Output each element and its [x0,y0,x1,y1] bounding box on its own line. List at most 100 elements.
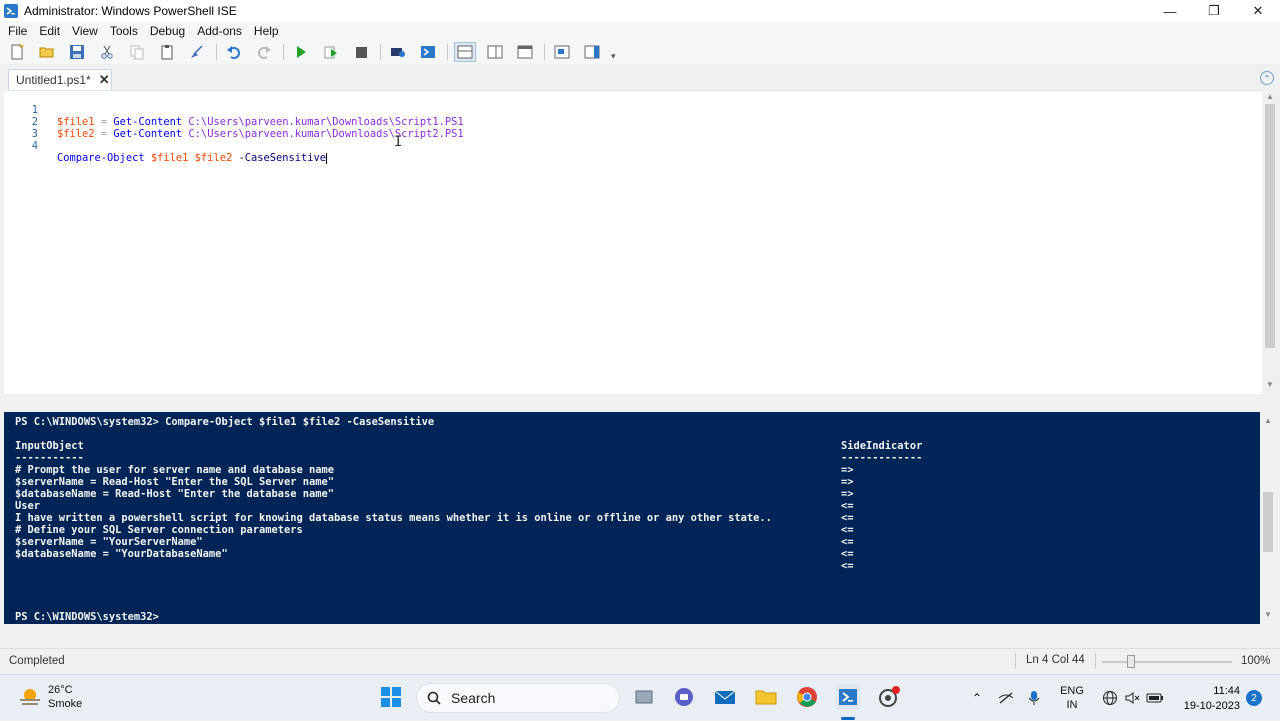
undo-button[interactable] [223,42,245,62]
network-disconnected-icon[interactable] [998,690,1014,706]
title-bar: Administrator: Windows PowerShell ISE — … [0,0,1280,22]
token-variable: $file2 [194,152,233,164]
scroll-down-icon[interactable]: ▼ [1262,380,1278,389]
task-view-button[interactable] [631,684,657,710]
screen-recorder-icon [879,686,900,707]
new-file-button[interactable] [6,42,28,62]
teams-button[interactable] [671,684,697,710]
redo-icon [258,46,271,59]
maximize-button[interactable]: ❐ [1192,0,1236,22]
run-script-button[interactable] [290,42,312,62]
chrome-button[interactable] [794,684,820,710]
console-scrollbar[interactable]: ▲ ▼ [1260,412,1278,624]
scrollbar-thumb[interactable] [1265,104,1275,348]
folder-open-icon [39,47,54,58]
code-line: 4 Compare-Object $file1 $file2 -CaseSens… [4,128,328,164]
clock[interactable]: 11:44 19-10-2023 [1180,684,1240,714]
status-separator [1015,653,1016,669]
scroll-up-icon[interactable]: ▲ [1260,416,1276,425]
save-button[interactable] [66,42,88,62]
cursor-position: Ln 4 Col 44 [1026,654,1085,666]
show-script-pane-top-button[interactable] [454,42,476,62]
weather-widget[interactable]: 26°C Smoke [18,683,82,711]
clock-date: 19-10-2023 [1183,700,1240,712]
clock-time: 11:44 [1213,685,1240,697]
taskbar-search[interactable]: Search [416,683,620,713]
menu-help[interactable]: Help [248,24,285,38]
output-row-input: User [15,500,41,512]
battery-icon[interactable] [1146,690,1164,706]
output-row-side: <= [841,524,854,536]
scroll-up-icon[interactable]: ▲ [1262,92,1278,101]
scroll-down-icon[interactable]: ▼ [1260,610,1276,619]
menu-edit[interactable]: Edit [33,24,66,38]
menu-add-ons[interactable]: Add-ons [191,24,248,38]
language-indicator[interactable]: ENG IN [1060,684,1084,712]
file-explorer-button[interactable] [753,684,779,710]
cut-button[interactable] [96,42,118,62]
clear-console-button[interactable] [186,42,208,62]
start-powershell-button[interactable] [417,42,439,62]
clipboard-icon [161,45,173,60]
remote-powershell-icon [391,48,405,57]
layout-maximized-icon [517,45,533,59]
output-row-side: => [841,464,854,476]
collapse-script-pane-button[interactable]: ⌃ [1260,71,1274,85]
stop-button[interactable] [350,42,372,62]
powershell-icon [421,46,435,58]
column-underline: ----------- [15,452,84,464]
output-row-input: $serverName = Read-Host "Enter the SQL S… [15,476,335,488]
token-variable: $file1 [150,152,189,164]
copy-icon [130,45,144,60]
teams-chat-icon [675,688,693,706]
tab-label: Untitled1.ps1* [16,73,91,87]
menu-bar: File Edit View Tools Debug Add-ons Help [0,22,1280,40]
layout-right-icon [487,45,503,59]
copy-button[interactable] [126,42,148,62]
search-icon [427,691,441,705]
taskbar: 26°C Smoke Search ⌃ ENG IN 11:44 19-10-20… [0,674,1280,720]
recorder-button[interactable] [876,684,902,710]
mail-button[interactable] [712,684,738,710]
console-pane[interactable]: PS C:\WINDOWS\system32> Compare-Object $… [4,412,1260,624]
new-remote-tab-button[interactable] [387,42,409,62]
toolbar-overflow-icon[interactable]: ▾ [611,51,616,62]
tab-close-icon[interactable]: ✕ [99,72,110,88]
start-button[interactable] [378,684,404,710]
tab-untitled1[interactable]: Untitled1.ps1* ✕ [8,69,112,90]
menu-file[interactable]: File [2,24,33,38]
menu-view[interactable]: View [66,24,104,38]
token-cmdlet: Compare-Object [57,152,145,164]
editor-scrollbar[interactable]: ▲ ▼ [1262,90,1278,394]
show-hidden-icons-icon[interactable]: ⌃ [972,691,982,705]
menu-tools[interactable]: Tools [104,24,144,38]
zoom-slider-thumb[interactable] [1127,655,1135,668]
volume-muted-icon[interactable] [1124,690,1140,706]
open-file-button[interactable] [36,42,58,62]
show-script-pane-right-button[interactable] [484,42,506,62]
microphone-icon[interactable] [1028,690,1040,706]
redo-button[interactable] [253,42,275,62]
powershell-ise-taskbar-button[interactable] [835,684,861,710]
pane-splitter[interactable] [4,394,1276,412]
search-label: Search [451,690,496,706]
play-icon [297,46,306,58]
show-command-addon-button[interactable] [581,42,603,62]
show-script-pane-maximized-button[interactable] [514,42,536,62]
output-row-input: $databaseName = Read-Host "Enter the dat… [15,488,335,500]
tab-strip: Untitled1.ps1* ✕ ⌃ [0,64,1280,90]
run-selection-button[interactable] [320,42,342,62]
scrollbar-thumb[interactable] [1263,492,1273,552]
minimize-button[interactable]: — [1148,0,1192,22]
show-command-window-button[interactable] [551,42,573,62]
notification-badge[interactable]: 2 [1246,690,1262,706]
paste-button[interactable] [156,42,178,62]
undo-icon [227,46,240,59]
close-button[interactable]: ✕ [1236,0,1280,22]
weather-haze-icon [20,689,40,705]
status-separator [1095,653,1096,669]
menu-debug[interactable]: Debug [144,24,191,38]
script-editor[interactable]: 1 $file1 = Get-Content C:\Users\parveen.… [4,90,1262,394]
globe-network-icon[interactable] [1102,690,1118,706]
zoom-slider[interactable] [1102,661,1232,663]
